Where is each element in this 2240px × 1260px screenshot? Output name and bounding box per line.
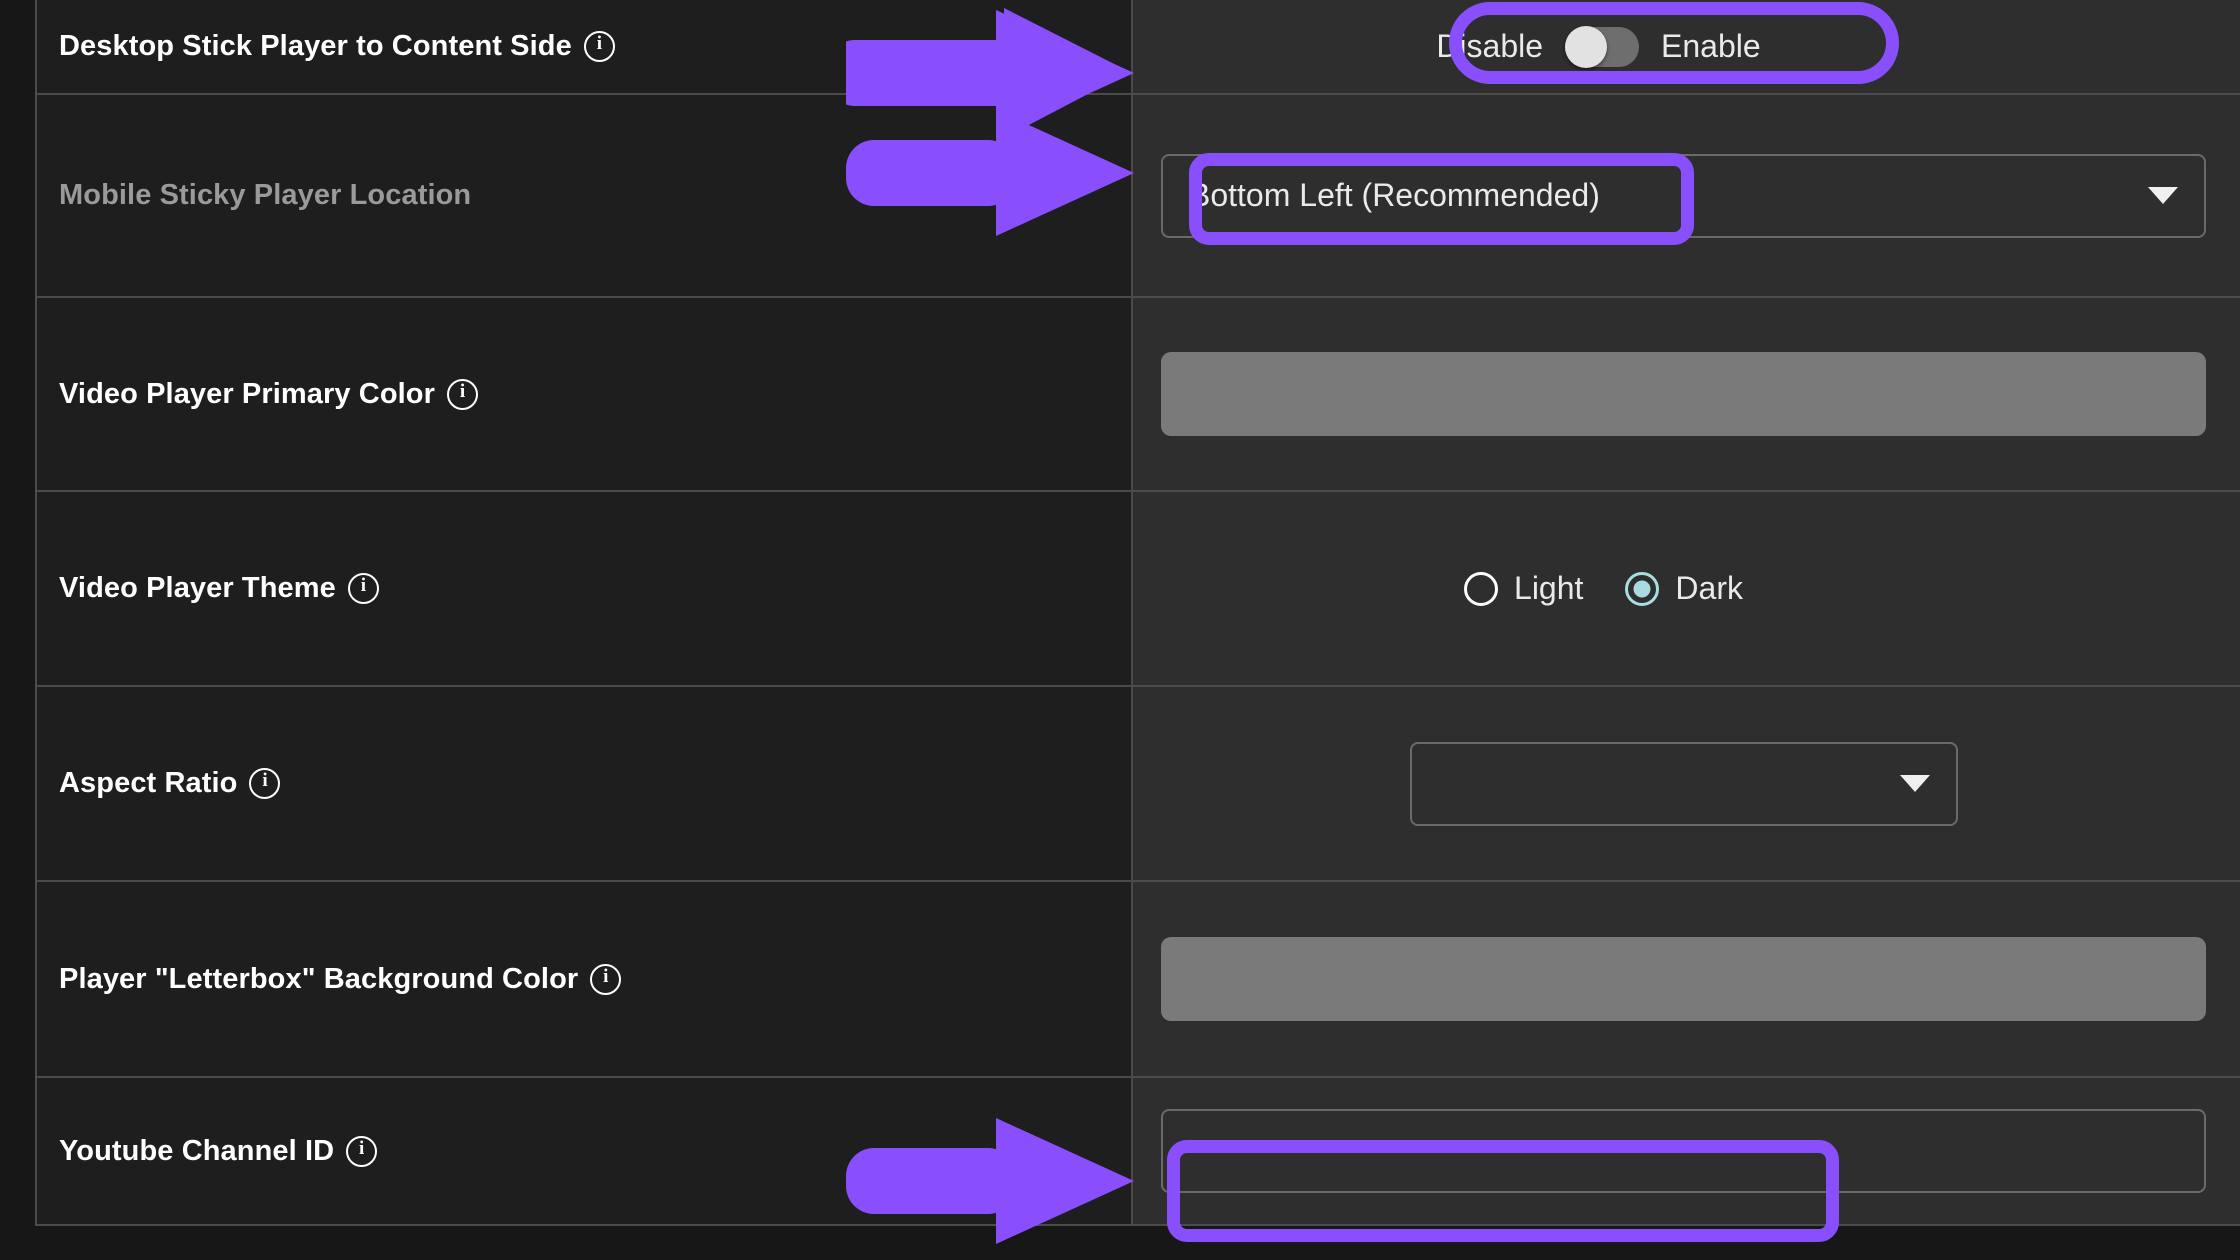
info-circle-icon[interactable]	[346, 1135, 378, 1167]
row-control-cell	[1133, 882, 2240, 1076]
info-circle-icon[interactable]	[249, 768, 281, 799]
row-label-cell: Player "Letterbox" Background Color	[37, 882, 1133, 1076]
row-label-cell: Desktop Stick Player to Content Side	[37, 0, 1133, 93]
settings-row-mobile-sticky-player-location: Mobile Sticky Player Location Bottom Lef…	[37, 95, 2240, 298]
settings-row-desktop-stick-player: Desktop Stick Player to Content Side Dis…	[37, 0, 2240, 95]
info-circle-icon[interactable]	[347, 573, 379, 604]
radio-label-light: Light	[1514, 570, 1584, 606]
chevron-down-icon[interactable]	[2148, 187, 2178, 204]
setting-label-mobile-sticky-player-location: Mobile Sticky Player Location	[59, 179, 472, 211]
mobile-sticky-player-location-select[interactable]: Bottom Left (Recommended)	[1161, 153, 2206, 238]
toggle-disable-enable[interactable]: Disable Enable	[1436, 25, 1930, 68]
toggle-knob	[1565, 25, 1608, 68]
video-player-primary-color-swatch[interactable]	[1161, 352, 2206, 436]
setting-label-video-player-primary-color: Video Player Primary Color	[59, 377, 436, 410]
aspect-ratio-select[interactable]	[1409, 741, 1958, 826]
radio-option-dark[interactable]: Dark	[1625, 570, 1743, 607]
settings-row-video-player-primary-color: Video Player Primary Color	[37, 298, 2240, 492]
toggle-on-label: Enable	[1661, 28, 1761, 64]
mobile-sticky-player-location-select-value: Bottom Left (Recommended)	[1189, 177, 1600, 213]
youtube-channel-id-input[interactable]	[1161, 1109, 2206, 1193]
setting-label-youtube-channel-id: Youtube Channel ID	[59, 1134, 335, 1167]
setting-label-video-player-theme: Video Player Theme	[59, 572, 336, 604]
radio-dot-light[interactable]	[1464, 571, 1499, 606]
radio-dot-dark[interactable]	[1625, 571, 1660, 606]
player-letterbox-background-color-swatch[interactable]	[1161, 937, 2206, 1021]
chevron-down-icon[interactable]	[1899, 775, 1930, 792]
setting-label-aspect-ratio: Aspect Ratio	[59, 767, 238, 799]
row-label-cell: Video Player Primary Color	[37, 298, 1133, 490]
toggle-off-label: Disable	[1436, 28, 1544, 64]
settings-row-aspect-ratio: Aspect Ratio	[37, 687, 2240, 882]
row-control-cell	[1133, 687, 2240, 880]
video-player-theme-radio-group: Light Dark	[1464, 570, 1903, 607]
info-circle-icon[interactable]	[447, 378, 479, 410]
row-control-cell: Bottom Left (Recommended)	[1133, 95, 2240, 296]
settings-row-youtube-channel-id: Youtube Channel ID	[37, 1078, 2240, 1226]
toggle-switch[interactable]	[1565, 25, 1640, 68]
row-control-cell: Disable Enable	[1133, 0, 2240, 93]
radio-option-light[interactable]: Light	[1464, 570, 1583, 607]
settings-row-video-player-theme: Video Player Theme Light Dark	[37, 492, 2240, 687]
row-control-cell: Light Dark	[1133, 492, 2240, 685]
info-circle-icon[interactable]	[590, 963, 622, 995]
row-label-cell: Aspect Ratio	[37, 687, 1133, 880]
row-label-cell: Mobile Sticky Player Location	[37, 95, 1133, 296]
row-control-cell	[1133, 1078, 2240, 1224]
row-label-cell: Youtube Channel ID	[37, 1078, 1133, 1224]
settings-screen: Desktop Stick Player to Content Side Dis…	[0, 0, 2240, 1260]
row-control-cell	[1133, 298, 2240, 490]
radio-label-dark: Dark	[1675, 570, 1743, 606]
setting-label-player-letterbox-background-color: Player "Letterbox" Background Color	[59, 962, 579, 995]
setting-label-desktop-stick-player: Desktop Stick Player to Content Side	[59, 30, 572, 62]
video-player-settings-table: Desktop Stick Player to Content Side Dis…	[35, 0, 2240, 1226]
info-circle-icon[interactable]	[583, 31, 615, 62]
settings-row-player-letterbox-background-color: Player "Letterbox" Background Color	[37, 882, 2240, 1078]
row-label-cell: Video Player Theme	[37, 492, 1133, 685]
